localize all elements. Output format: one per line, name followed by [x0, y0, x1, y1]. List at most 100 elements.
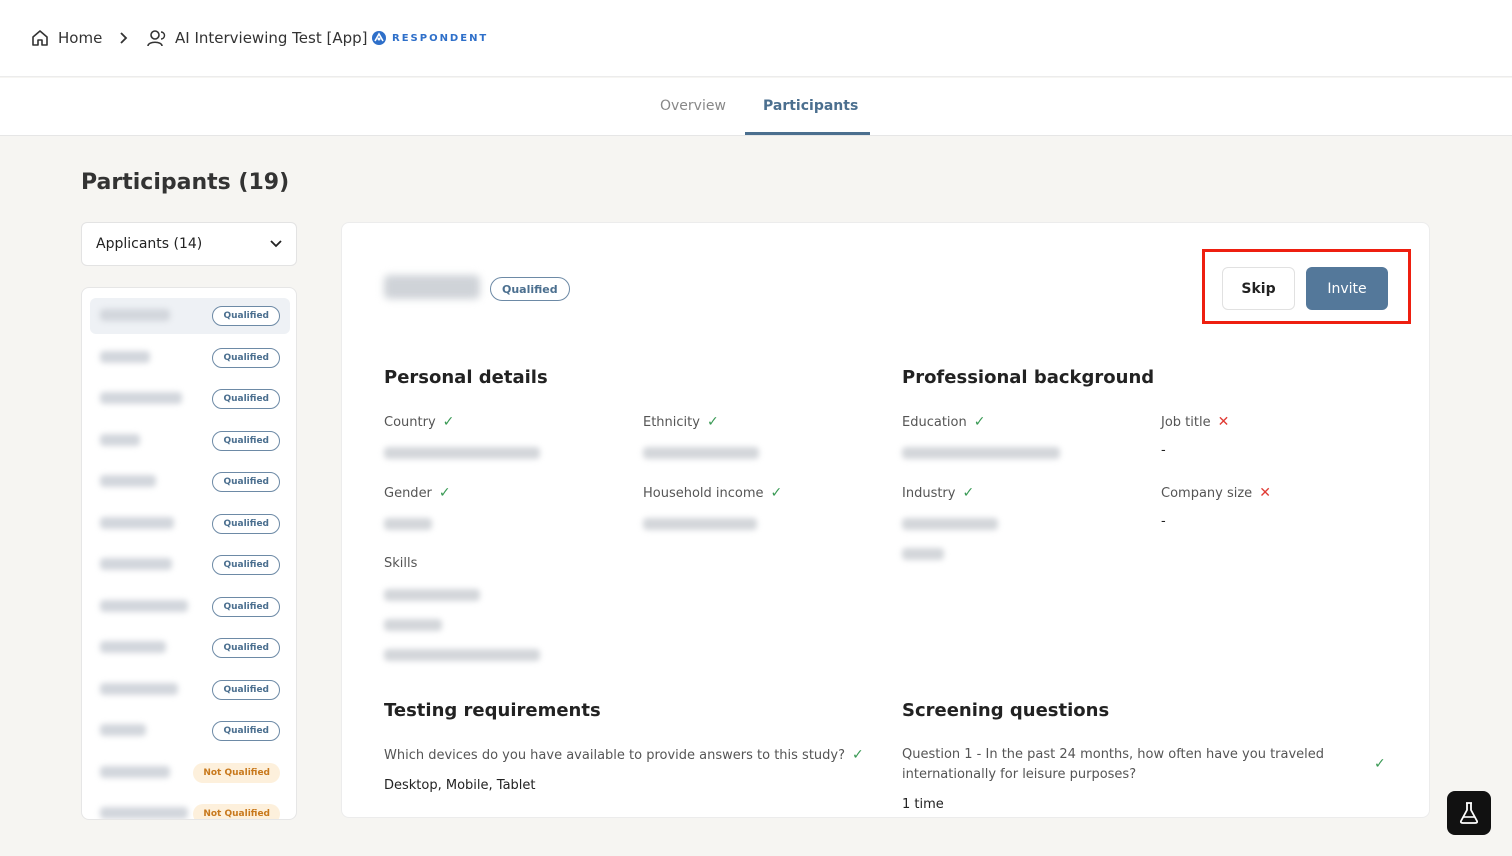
status-badge: Qualified: [212, 555, 280, 575]
status-badge: Qualified: [212, 306, 280, 326]
check-icon: ✓: [852, 747, 864, 763]
status-badge: Qualified: [212, 721, 280, 741]
screening-answer: 1 time: [902, 797, 944, 812]
skills-label: Skills: [384, 556, 418, 571]
personal-details-heading: Personal details: [384, 367, 548, 388]
industry-label: Industry ✓: [902, 485, 974, 501]
breadcrumb-study-label[interactable]: AI Interviewing Test [App]: [175, 29, 367, 47]
gender-value-blurred: [384, 518, 432, 530]
participant-name-blurred: [100, 392, 182, 404]
close-icon: ✕: [1217, 414, 1230, 430]
devices-question-text: Which devices do you have available to p…: [384, 747, 846, 763]
participant-name-blurred: [100, 558, 172, 570]
candidate-status-badge: Qualified: [490, 277, 570, 301]
respondent-logo-icon: [372, 31, 386, 45]
check-icon: ✓: [442, 414, 455, 430]
country-label-text: Country: [384, 414, 436, 430]
status-badge: Qualified: [212, 638, 280, 658]
tab-overview[interactable]: Overview: [660, 98, 726, 114]
ethnicity-value-blurred: [643, 447, 759, 459]
users-icon: [146, 28, 168, 48]
company-size-value: -: [1161, 514, 1166, 529]
status-badge: Qualified: [212, 431, 280, 451]
participant-row[interactable]: Not Qualified: [90, 796, 290, 819]
tab-bar: Overview Participants: [0, 78, 1512, 136]
country-value-blurred: [384, 447, 540, 459]
flask-icon-button[interactable]: [1447, 791, 1491, 835]
participant-name-blurred: [100, 517, 174, 529]
participant-name-blurred: [100, 351, 150, 363]
participant-name-blurred: [100, 600, 188, 612]
country-label: Country ✓: [384, 414, 454, 430]
breadcrumb-home[interactable]: Home: [30, 26, 102, 50]
chevron-down-icon: [270, 236, 282, 252]
screening-question-line2: internationally for leisure purposes?: [902, 767, 1137, 782]
household-income-value-blurred: [643, 518, 757, 530]
education-label-text: Education: [902, 414, 967, 430]
check-icon: ✓: [1374, 756, 1386, 772]
household-income-label-text: Household income: [643, 485, 764, 501]
applicants-filter-dropdown[interactable]: Applicants (14): [81, 222, 297, 266]
participant-name-blurred: [100, 807, 188, 819]
check-icon: ✓: [770, 485, 783, 501]
dropdown-selected-value: Applicants (14): [96, 236, 203, 252]
skill-value-blurred: [384, 649, 540, 661]
breadcrumb-home-label[interactable]: Home: [58, 29, 102, 47]
participant-name-blurred: [100, 309, 170, 321]
respondent-logo: RESPONDENT: [371, 30, 488, 46]
status-badge: Qualified: [212, 389, 280, 409]
participant-list: Qualified Qualified Qualified Qualified …: [81, 287, 297, 820]
status-badge: Qualified: [212, 514, 280, 534]
company-size-label-text: Company size: [1161, 485, 1253, 501]
participant-row[interactable]: Qualified: [90, 547, 290, 583]
status-badge: Qualified: [212, 472, 280, 492]
check-icon: ✓: [706, 414, 719, 430]
job-title-label: Job title ✕: [1161, 414, 1229, 430]
education-label: Education ✓: [902, 414, 985, 430]
job-title-label-text: Job title: [1161, 414, 1211, 430]
education-value-blurred: [902, 447, 1060, 459]
participant-row[interactable]: Qualified: [90, 713, 290, 749]
skip-button[interactable]: Skip: [1222, 267, 1295, 310]
job-title-value: -: [1161, 443, 1166, 458]
household-income-label: Household income ✓: [643, 485, 782, 501]
participant-row[interactable]: Qualified: [90, 423, 290, 459]
invite-button[interactable]: Invite: [1306, 267, 1388, 310]
home-icon: [30, 28, 50, 48]
respondent-logo-text: RESPONDENT: [392, 32, 489, 44]
participant-row[interactable]: Qualified: [90, 381, 290, 417]
devices-answer: Desktop, Mobile, Tablet: [384, 778, 536, 793]
active-tab-indicator: [745, 132, 870, 135]
tab-participants[interactable]: Participants: [763, 98, 858, 114]
status-badge: Qualified: [212, 348, 280, 368]
status-badge: Qualified: [212, 680, 280, 700]
participant-row[interactable]: Qualified: [90, 340, 290, 376]
industry-label-text: Industry: [902, 485, 956, 501]
professional-background-heading: Professional background: [902, 367, 1155, 388]
participant-row[interactable]: Not Qualified: [90, 755, 290, 791]
breadcrumb-study[interactable]: AI Interviewing Test [App]: [146, 26, 367, 50]
industry-value-blurred: [902, 548, 944, 560]
participant-row[interactable]: Qualified: [90, 589, 290, 625]
participant-name-blurred: [100, 766, 170, 778]
participant-detail-card: Qualified Skip Invite Personal details C…: [341, 222, 1430, 818]
skill-value-blurred: [384, 589, 480, 601]
status-badge: Not Qualified: [193, 804, 280, 819]
top-bar: Home AI Interviewing Test [App] RESPONDE…: [0, 0, 1512, 77]
participant-row[interactable]: Qualified: [90, 672, 290, 708]
status-badge: Not Qualified: [193, 763, 280, 783]
check-icon: ✓: [438, 485, 451, 501]
gender-label-text: Gender: [384, 485, 432, 501]
ethnicity-label: Ethnicity ✓: [643, 414, 719, 430]
participant-name-blurred: [100, 724, 146, 736]
participant-row[interactable]: Qualified: [90, 506, 290, 542]
participant-row[interactable]: Qualified: [90, 464, 290, 500]
participant-row-selected[interactable]: Qualified: [90, 298, 290, 334]
skill-value-blurred: [384, 619, 442, 631]
ethnicity-label-text: Ethnicity: [643, 414, 700, 430]
testing-requirements-heading: Testing requirements: [384, 700, 601, 721]
chevron-right-icon: [117, 26, 129, 50]
company-size-label: Company size ✕: [1161, 485, 1271, 501]
check-icon: ✓: [962, 485, 975, 501]
participant-row[interactable]: Qualified: [90, 630, 290, 666]
